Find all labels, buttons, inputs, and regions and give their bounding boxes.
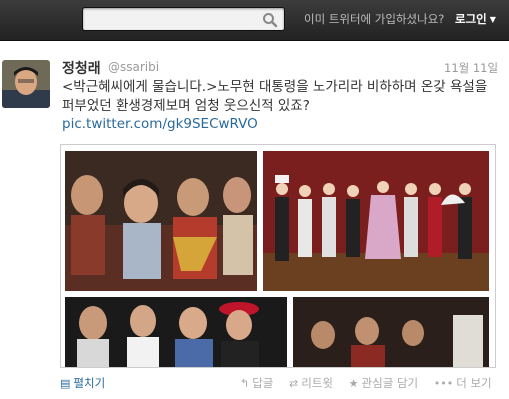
reply-icon[interactable]: ↰ [240, 377, 249, 390]
retweet-label[interactable]: 리트윗 [301, 376, 333, 390]
expand-link[interactable]: ▤ 펼치기 [60, 375, 105, 391]
avatar[interactable] [2, 60, 50, 108]
photo-theater-women [65, 297, 287, 367]
search-box[interactable] [82, 7, 285, 31]
top-bar: 이미 트위터에 가입하셨나요? 로그인 ▼ [0, 0, 509, 41]
login-link[interactable]: 로그인 ▼ [455, 11, 496, 27]
caret-down-icon[interactable]: ▼ [490, 15, 496, 24]
tweet-media-link[interactable]: pic.twitter.com/gk9SECwRVO [62, 116, 258, 132]
photo-stage [263, 151, 489, 291]
login-label[interactable]: 로그인 [455, 12, 487, 26]
expand-icon[interactable]: ▤ [60, 377, 70, 390]
media-photo[interactable] [61, 145, 495, 367]
star-icon[interactable]: ★ [349, 377, 359, 390]
photo-audience-dark [293, 297, 489, 367]
reply-button[interactable]: ↰ 답글 [240, 375, 273, 391]
author-name[interactable]: 정청래 [62, 58, 101, 78]
more-button[interactable]: ••• 더 보기 [434, 375, 492, 391]
tweet-media[interactable] [60, 144, 496, 368]
favorite-label[interactable]: 관심글 담기 [362, 376, 419, 390]
search-icon[interactable] [262, 12, 278, 28]
tweet-text: <박근혜씨에게 물습니다.>노무현 대통령을 노가리라 비하하며 온갖 욕설을 … [62, 79, 488, 114]
avatar-image[interactable] [2, 60, 50, 108]
tweet-date[interactable]: 11월 11일 [444, 60, 498, 76]
search-input[interactable] [83, 8, 265, 30]
retweet-icon[interactable]: ⇄ [289, 377, 298, 390]
reply-label[interactable]: 답글 [252, 376, 273, 390]
photo-audience [65, 151, 257, 291]
retweet-button[interactable]: ⇄ 리트윗 [289, 375, 333, 391]
author-handle[interactable]: @ssaribi [108, 60, 159, 74]
tweet-actions: ↰ 답글 ⇄ 리트윗 ★ 관심글 담기 ••• 더 보기 [240, 375, 504, 391]
favorite-button[interactable]: ★ 관심글 담기 [349, 375, 418, 391]
signup-prompt: 이미 트위터에 가입하셨나요? [304, 12, 445, 26]
more-icon[interactable]: ••• [434, 377, 453, 390]
more-label[interactable]: 더 보기 [456, 376, 491, 390]
expand-label[interactable]: 펼치기 [73, 376, 105, 390]
